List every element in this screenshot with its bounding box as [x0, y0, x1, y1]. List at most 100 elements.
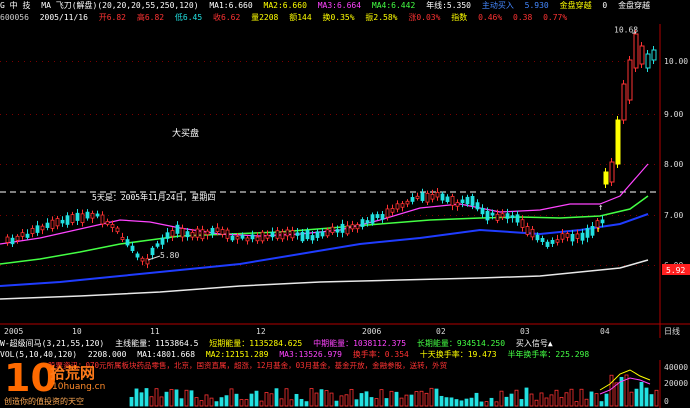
last-price-badge-text: 5.92 [666, 266, 685, 275]
grid-dot [570, 164, 571, 165]
grid-dot [108, 114, 109, 115]
grid-dot [90, 61, 91, 62]
grid-dot [276, 265, 277, 266]
grid-dot [396, 114, 397, 115]
volume-bar [419, 390, 424, 407]
grid-dot [594, 114, 595, 115]
volume-bar [469, 397, 474, 407]
grid-dot [276, 164, 277, 165]
grid-dot [6, 61, 7, 62]
grid-dot [12, 265, 13, 266]
grid-dot [234, 215, 235, 216]
grid-dot [108, 215, 109, 216]
grid-dot [102, 61, 103, 62]
candle-body [215, 227, 220, 232]
grid-dot [354, 215, 355, 216]
candle-body [90, 212, 95, 219]
grid-dot [570, 114, 571, 115]
grid-dot [42, 164, 43, 165]
volume-bar [384, 398, 389, 407]
grid-dot [222, 114, 223, 115]
grid-dot [456, 61, 457, 62]
grid-dot [6, 265, 7, 266]
volume-bar [159, 396, 164, 407]
grid-dot [630, 114, 631, 115]
grid-dot [516, 61, 517, 62]
volume-bar [349, 388, 354, 407]
candle-body [5, 236, 10, 243]
grid-dot [426, 265, 427, 266]
grid-dot [402, 61, 403, 62]
grid-dot [654, 114, 655, 115]
candle-body [225, 229, 230, 239]
energy-label[interactable]: W-超级间马(3,21,55,120) [0, 339, 104, 348]
candle-body [395, 203, 400, 210]
grid-dot [498, 114, 499, 115]
grid-dot [282, 164, 283, 165]
volume-bar [169, 389, 174, 407]
candle-body [230, 235, 235, 241]
volume-bar [269, 393, 274, 407]
candle-body [50, 219, 55, 229]
grid-dot [582, 215, 583, 216]
grid-dot [60, 215, 61, 216]
grid-dot [132, 164, 133, 165]
grid-dot [150, 61, 151, 62]
volume-bar [524, 387, 529, 407]
grid-dot [342, 265, 343, 266]
grid-dot [546, 61, 547, 62]
stock-chart-window: G 中 技 MA 飞刀(解盘)(20,20,20,55,250,120) MA1… [0, 0, 690, 408]
signal-gold-cross-value: 0 [602, 1, 608, 10]
grid-dot [324, 164, 325, 165]
grid-dot [126, 61, 127, 62]
grid-dot [618, 114, 619, 115]
grid-dot [216, 61, 217, 62]
grid-dot [6, 215, 7, 216]
grid-dot [366, 114, 367, 115]
grid-dot [36, 265, 37, 266]
grid-dot [480, 164, 481, 165]
grid-dot [636, 164, 637, 165]
stock-name: G 中 技 [0, 1, 31, 10]
grid-dot [342, 215, 343, 216]
volume-bar [509, 393, 514, 407]
grid-dot [234, 114, 235, 115]
x-axis-period-label[interactable]: 日线 [664, 326, 680, 336]
volume-bar [529, 393, 534, 407]
candle-body [535, 234, 540, 241]
candle-body [70, 214, 75, 223]
grid-dot [12, 61, 13, 62]
grid-dot [312, 215, 313, 216]
grid-dot [438, 164, 439, 165]
candle-body [170, 230, 175, 237]
grid-dot [336, 61, 337, 62]
candle-body [370, 214, 375, 224]
volume-bar [359, 393, 364, 407]
grid-dot [318, 265, 319, 266]
x-tick-label: 2006 [362, 327, 381, 336]
grid-dot [624, 164, 625, 165]
candle-body [345, 225, 350, 235]
grid-dot [18, 114, 19, 115]
volume-bar [189, 390, 194, 407]
grid-dot [270, 114, 271, 115]
grid-dot [360, 215, 361, 216]
indicator-title[interactable]: MA 飞刀(解盘)(20,20,20,55,250,120) [41, 1, 198, 10]
grid-dot [12, 164, 13, 165]
candlestick-chart[interactable]: 10.00 9.00 8.00 7.00 6.00 5.92 5.80 10.6… [0, 24, 690, 338]
grid-dot [378, 114, 379, 115]
grid-dot [180, 265, 181, 266]
ma1-value: MA1:6.660 [209, 1, 253, 10]
grid-dot [228, 61, 229, 62]
grid-dot [168, 215, 169, 216]
volume-bar [644, 387, 649, 407]
grid-dot [288, 61, 289, 62]
candle-body [360, 219, 365, 227]
candle-body [450, 196, 455, 206]
volume-bar [239, 399, 244, 407]
grid-dot [420, 114, 421, 115]
grid-dot [48, 215, 49, 216]
grid-dot [270, 265, 271, 266]
grid-dot [600, 164, 601, 165]
grid-dot [618, 265, 619, 266]
